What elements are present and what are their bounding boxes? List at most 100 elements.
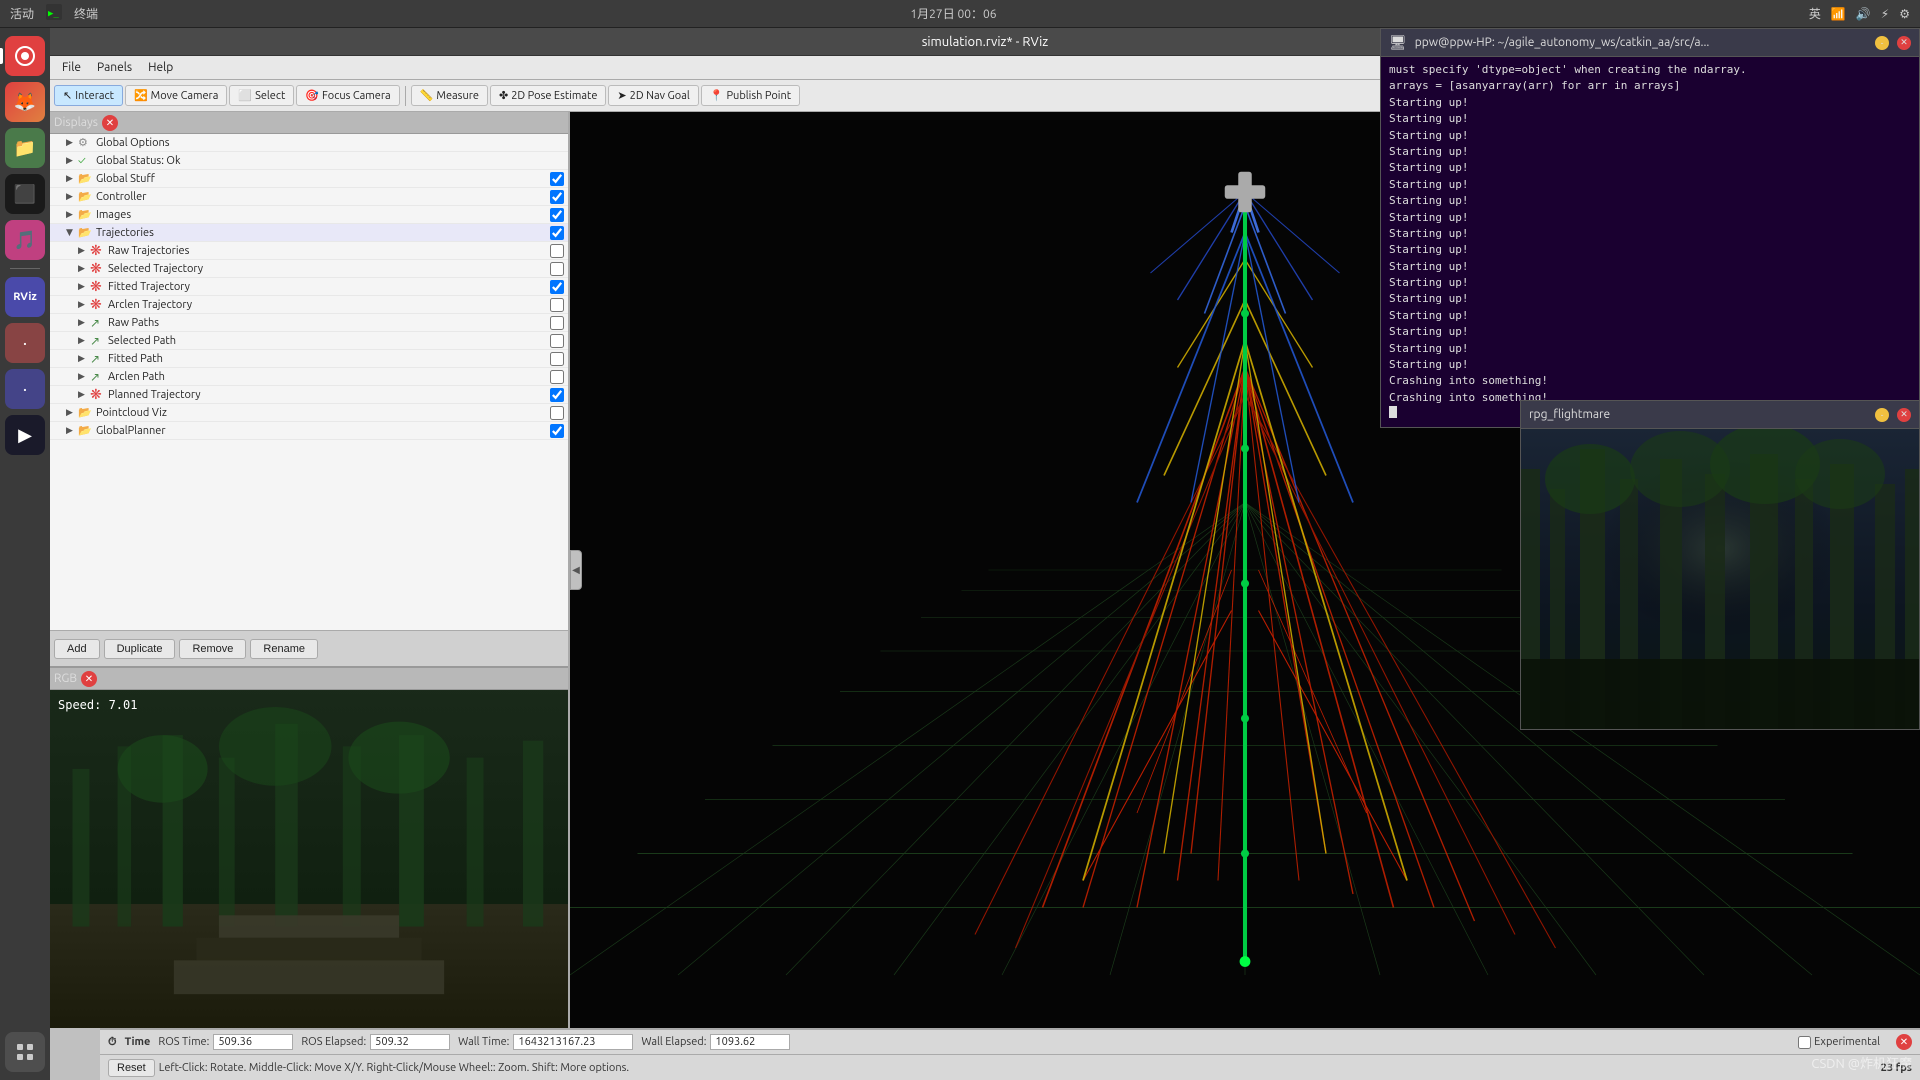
settings-icon[interactable]: ⚙ <box>1899 7 1910 21</box>
rgb-close-button[interactable]: ✕ <box>81 671 97 687</box>
dock-item-unknown1[interactable]: · <box>5 323 45 363</box>
trajectories-checkbox[interactable] <box>550 226 564 240</box>
flightmare-window: rpg_flightmare - ✕ <box>1520 400 1920 730</box>
experimental-label: Experimental <box>1814 1036 1880 1048</box>
experimental-checkbox[interactable] <box>1798 1036 1811 1049</box>
reset-button[interactable]: Reset <box>108 1059 155 1077</box>
dock-apps-button[interactable] <box>5 1032 45 1072</box>
fitted-path-checkbox[interactable] <box>550 352 564 366</box>
tree-label-fitted-trajectory: Fitted Trajectory <box>108 281 550 293</box>
tree-item-selected-path[interactable]: ▶ ↗ Selected Path <box>50 332 568 350</box>
global-planner-checkbox[interactable] <box>550 424 564 438</box>
menu-help[interactable]: Help <box>140 59 181 76</box>
publish-point-label: Publish Point <box>726 90 791 102</box>
datetime-label: 1月27日 00：06 <box>910 8 996 21</box>
tree-item-trajectories[interactable]: ▼ 📂 Trajectories <box>50 224 568 242</box>
rename-button[interactable]: Rename <box>250 639 318 659</box>
tree-arrow-icon: ▶ <box>78 389 90 400</box>
lang-label[interactable]: 英 <box>1809 5 1821 22</box>
pointcloud-folder-icon: 📂 <box>78 406 94 419</box>
pose-estimate-button[interactable]: ✤ 2D Pose Estimate <box>490 85 606 106</box>
pointcloud-viz-checkbox[interactable] <box>550 406 564 420</box>
time-close-button[interactable]: ✕ <box>1896 1034 1912 1050</box>
terminal-line: Starting up! <box>1389 95 1911 110</box>
duplicate-button[interactable]: Duplicate <box>104 639 176 659</box>
terminal-close-button[interactable]: ✕ <box>1897 36 1911 50</box>
terminal-line: Starting up! <box>1389 341 1911 356</box>
rgb-panel: RGB ✕ <box>50 668 568 1028</box>
tree-item-arclen-trajectory[interactable]: ▶ ❋ Arclen Trajectory <box>50 296 568 314</box>
tree-item-global-status[interactable]: ▶ ✓ Global Status: Ok <box>50 152 568 170</box>
arclen-path-checkbox[interactable] <box>550 370 564 384</box>
tree-item-fitted-path[interactable]: ▶ ↗ Fitted Path <box>50 350 568 368</box>
select-button[interactable]: ⬜ Select <box>229 85 294 106</box>
tree-item-global-options[interactable]: ▶ ⚙ Global Options <box>50 134 568 152</box>
raw-trajectories-checkbox[interactable] <box>550 244 564 258</box>
controller-checkbox[interactable] <box>550 190 564 204</box>
terminal-line: Crashing into something! <box>1389 373 1911 388</box>
watermark: CSDN @炸机狂魔 <box>1811 1053 1912 1072</box>
flightmare-minimize-button[interactable]: - <box>1875 408 1889 422</box>
planned-traj-icon: ❋ <box>90 386 106 403</box>
global-stuff-checkbox[interactable] <box>550 172 564 186</box>
raw-paths-checkbox[interactable] <box>550 316 564 330</box>
displays-close-button[interactable]: ✕ <box>102 115 118 131</box>
dock-item-music[interactable]: 🎵 <box>5 220 45 260</box>
terminal-app-icon[interactable]: ▶_ <box>46 4 62 23</box>
flightmare-close-button[interactable]: ✕ <box>1897 408 1911 422</box>
add-button[interactable]: Add <box>54 639 100 659</box>
dock-item-terminal2[interactable]: ▶ <box>5 415 45 455</box>
tree-item-pointcloud-viz[interactable]: ▶ 📂 Pointcloud Viz <box>50 404 568 422</box>
remove-button[interactable]: Remove <box>179 639 246 659</box>
measure-button[interactable]: 📏 Measure <box>411 85 488 106</box>
planned-trajectory-checkbox[interactable] <box>550 388 564 402</box>
selected-trajectory-checkbox[interactable] <box>550 262 564 276</box>
move-camera-icon: 🔀 <box>134 89 148 102</box>
tree-item-planned-trajectory[interactable]: ▶ ❋ Planned Trajectory <box>50 386 568 404</box>
fitted-trajectory-checkbox[interactable] <box>550 280 564 294</box>
nav-goal-button[interactable]: ➤ 2D Nav Goal <box>608 85 698 106</box>
panel-collapse-handle[interactable]: ◀ <box>570 550 582 590</box>
terminal-minimize-button[interactable]: - <box>1875 36 1889 50</box>
rgb-panel-header: RGB ✕ <box>50 668 568 690</box>
menu-file[interactable]: File <box>54 59 89 76</box>
tree-item-raw-trajectories[interactable]: ▶ ❋ Raw Trajectories <box>50 242 568 260</box>
terminal-titlebar: 🖥 ppw@ppw-HP: ~/agile_autonomy_ws/catkin… <box>1381 29 1919 57</box>
selected-traj-icon: ❋ <box>90 260 106 277</box>
tree-arrow-icon: ▶ <box>78 371 90 382</box>
dock-item-files[interactable] <box>5 36 45 76</box>
focus-camera-button[interactable]: 🎯 Focus Camera <box>296 85 399 106</box>
focus-camera-icon: 🎯 <box>305 89 319 102</box>
terminal-line: Starting up! <box>1389 226 1911 241</box>
dock-item-files2[interactable]: 📁 <box>5 128 45 168</box>
dock-item-rviz[interactable]: RViz <box>5 277 45 317</box>
dock-item-terminal[interactable]: ⬛ <box>5 174 45 214</box>
activities-label[interactable]: 活动 <box>10 5 34 22</box>
tree-item-raw-paths[interactable]: ▶ ↗ Raw Paths <box>50 314 568 332</box>
publish-point-button[interactable]: 📍 Publish Point <box>701 85 800 106</box>
displays-panel: Displays ✕ ▶ ⚙ Global Options ▶ ✓ Global… <box>50 112 568 668</box>
terminal-line: Starting up! <box>1389 144 1911 159</box>
tree-item-global-planner[interactable]: ▶ 📂 GlobalPlanner <box>50 422 568 440</box>
select-label: Select <box>255 90 285 102</box>
terminal-label[interactable]: 终端 <box>74 5 98 22</box>
arclen-trajectory-checkbox[interactable] <box>550 298 564 312</box>
tree-item-arclen-path[interactable]: ▶ ↗ Arclen Path <box>50 368 568 386</box>
menu-panels[interactable]: Panels <box>89 59 140 76</box>
ros-time-field: ROS Time: 509.36 <box>158 1034 293 1050</box>
tree-item-global-stuff[interactable]: ▶ 📂 Global Stuff <box>50 170 568 188</box>
move-camera-button[interactable]: 🔀 Move Camera <box>125 85 227 106</box>
tree-item-fitted-trajectory[interactable]: ▶ ❋ Fitted Trajectory <box>50 278 568 296</box>
interact-button[interactable]: ↖ Interact <box>54 85 123 106</box>
displays-tree[interactable]: ▶ ⚙ Global Options ▶ ✓ Global Status: Ok… <box>50 134 568 630</box>
interact-icon: ↖ <box>63 89 72 102</box>
tree-item-selected-trajectory[interactable]: ▶ ❋ Selected Trajectory <box>50 260 568 278</box>
dock-item-unknown2[interactable]: · <box>5 369 45 409</box>
system-bar: 活动 ▶_ 终端 1月27日 00：06 英 📶 🔊 ⚡ ⚙ <box>0 0 1920 28</box>
images-checkbox[interactable] <box>550 208 564 222</box>
rgb-panel-title: RGB <box>54 672 77 685</box>
tree-item-controller[interactable]: ▶ 📂 Controller <box>50 188 568 206</box>
tree-item-images[interactable]: ▶ 📂 Images <box>50 206 568 224</box>
selected-path-checkbox[interactable] <box>550 334 564 348</box>
dock-item-firefox[interactable]: 🦊 <box>5 82 45 122</box>
